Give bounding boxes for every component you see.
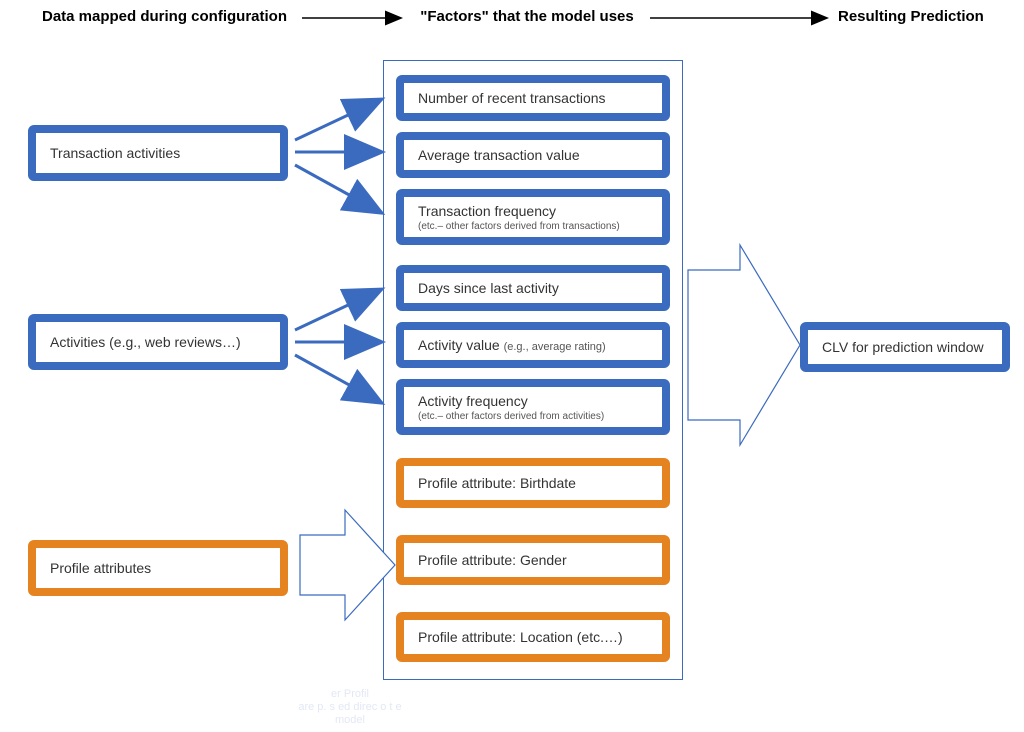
factor-days-since-activity: Days since last activity — [396, 265, 670, 311]
input-activities: Activities (e.g., web reviews…) — [28, 314, 288, 370]
factor-sublabel: (e.g., average rating) — [504, 341, 606, 353]
factor-label: Profile attribute: Location (etc.…) — [418, 629, 648, 645]
faded-footer: er Profil are p. s ed direc o t e model — [270, 688, 430, 728]
input-activities-label: Activities (e.g., web reviews…) — [50, 334, 266, 350]
factor-label: Activity value — [418, 337, 500, 353]
factor-activity-value: Activity value (e.g., average rating) — [396, 322, 670, 368]
factor-label: Average transaction value — [418, 147, 648, 163]
factor-recent-transactions: Number of recent transactions — [396, 75, 670, 121]
big-arrow-output — [688, 245, 800, 445]
header-right: Resulting Prediction — [838, 8, 984, 25]
factor-profile-gender: Profile attribute: Gender — [396, 535, 670, 585]
factor-label: Profile attribute: Birthdate — [418, 475, 648, 491]
factor-profile-location: Profile attribute: Location (etc.…) — [396, 612, 670, 662]
input-transactions: Transaction activities — [28, 125, 288, 181]
input-profile: Profile attributes — [28, 540, 288, 596]
factor-label: Transaction frequency — [418, 203, 648, 219]
output-label: CLV for prediction window — [822, 339, 988, 355]
faded-line2: are p. s ed direc o t e — [270, 701, 430, 714]
big-arrow-profile — [300, 510, 395, 620]
arrow-act-3 — [295, 355, 380, 402]
header-left: Data mapped during configuration — [42, 8, 287, 25]
factor-label: Number of recent transactions — [418, 90, 648, 106]
factor-profile-birthdate: Profile attribute: Birthdate — [396, 458, 670, 508]
input-transactions-label: Transaction activities — [50, 145, 266, 161]
output-clv: CLV for prediction window — [800, 322, 1010, 372]
input-profile-label: Profile attributes — [50, 560, 266, 576]
faded-line1: er Profil — [270, 688, 430, 701]
factor-sublabel: (etc.– other factors derived from activi… — [418, 411, 648, 422]
arrow-tx-1 — [295, 100, 380, 140]
factor-avg-transaction-value: Average transaction value — [396, 132, 670, 178]
arrow-act-1 — [295, 290, 380, 330]
factor-label: Days since last activity — [418, 280, 648, 296]
faded-line3: model — [270, 714, 430, 727]
factor-transaction-frequency: Transaction frequency (etc.– other facto… — [396, 189, 670, 245]
arrow-tx-3 — [295, 165, 380, 212]
factor-label: Activity frequency — [418, 393, 648, 409]
header-mid: "Factors" that the model uses — [417, 8, 637, 25]
factor-sublabel: (etc.– other factors derived from transa… — [418, 221, 648, 232]
factor-label: Profile attribute: Gender — [418, 552, 648, 568]
factor-activity-frequency: Activity frequency (etc.– other factors … — [396, 379, 670, 435]
